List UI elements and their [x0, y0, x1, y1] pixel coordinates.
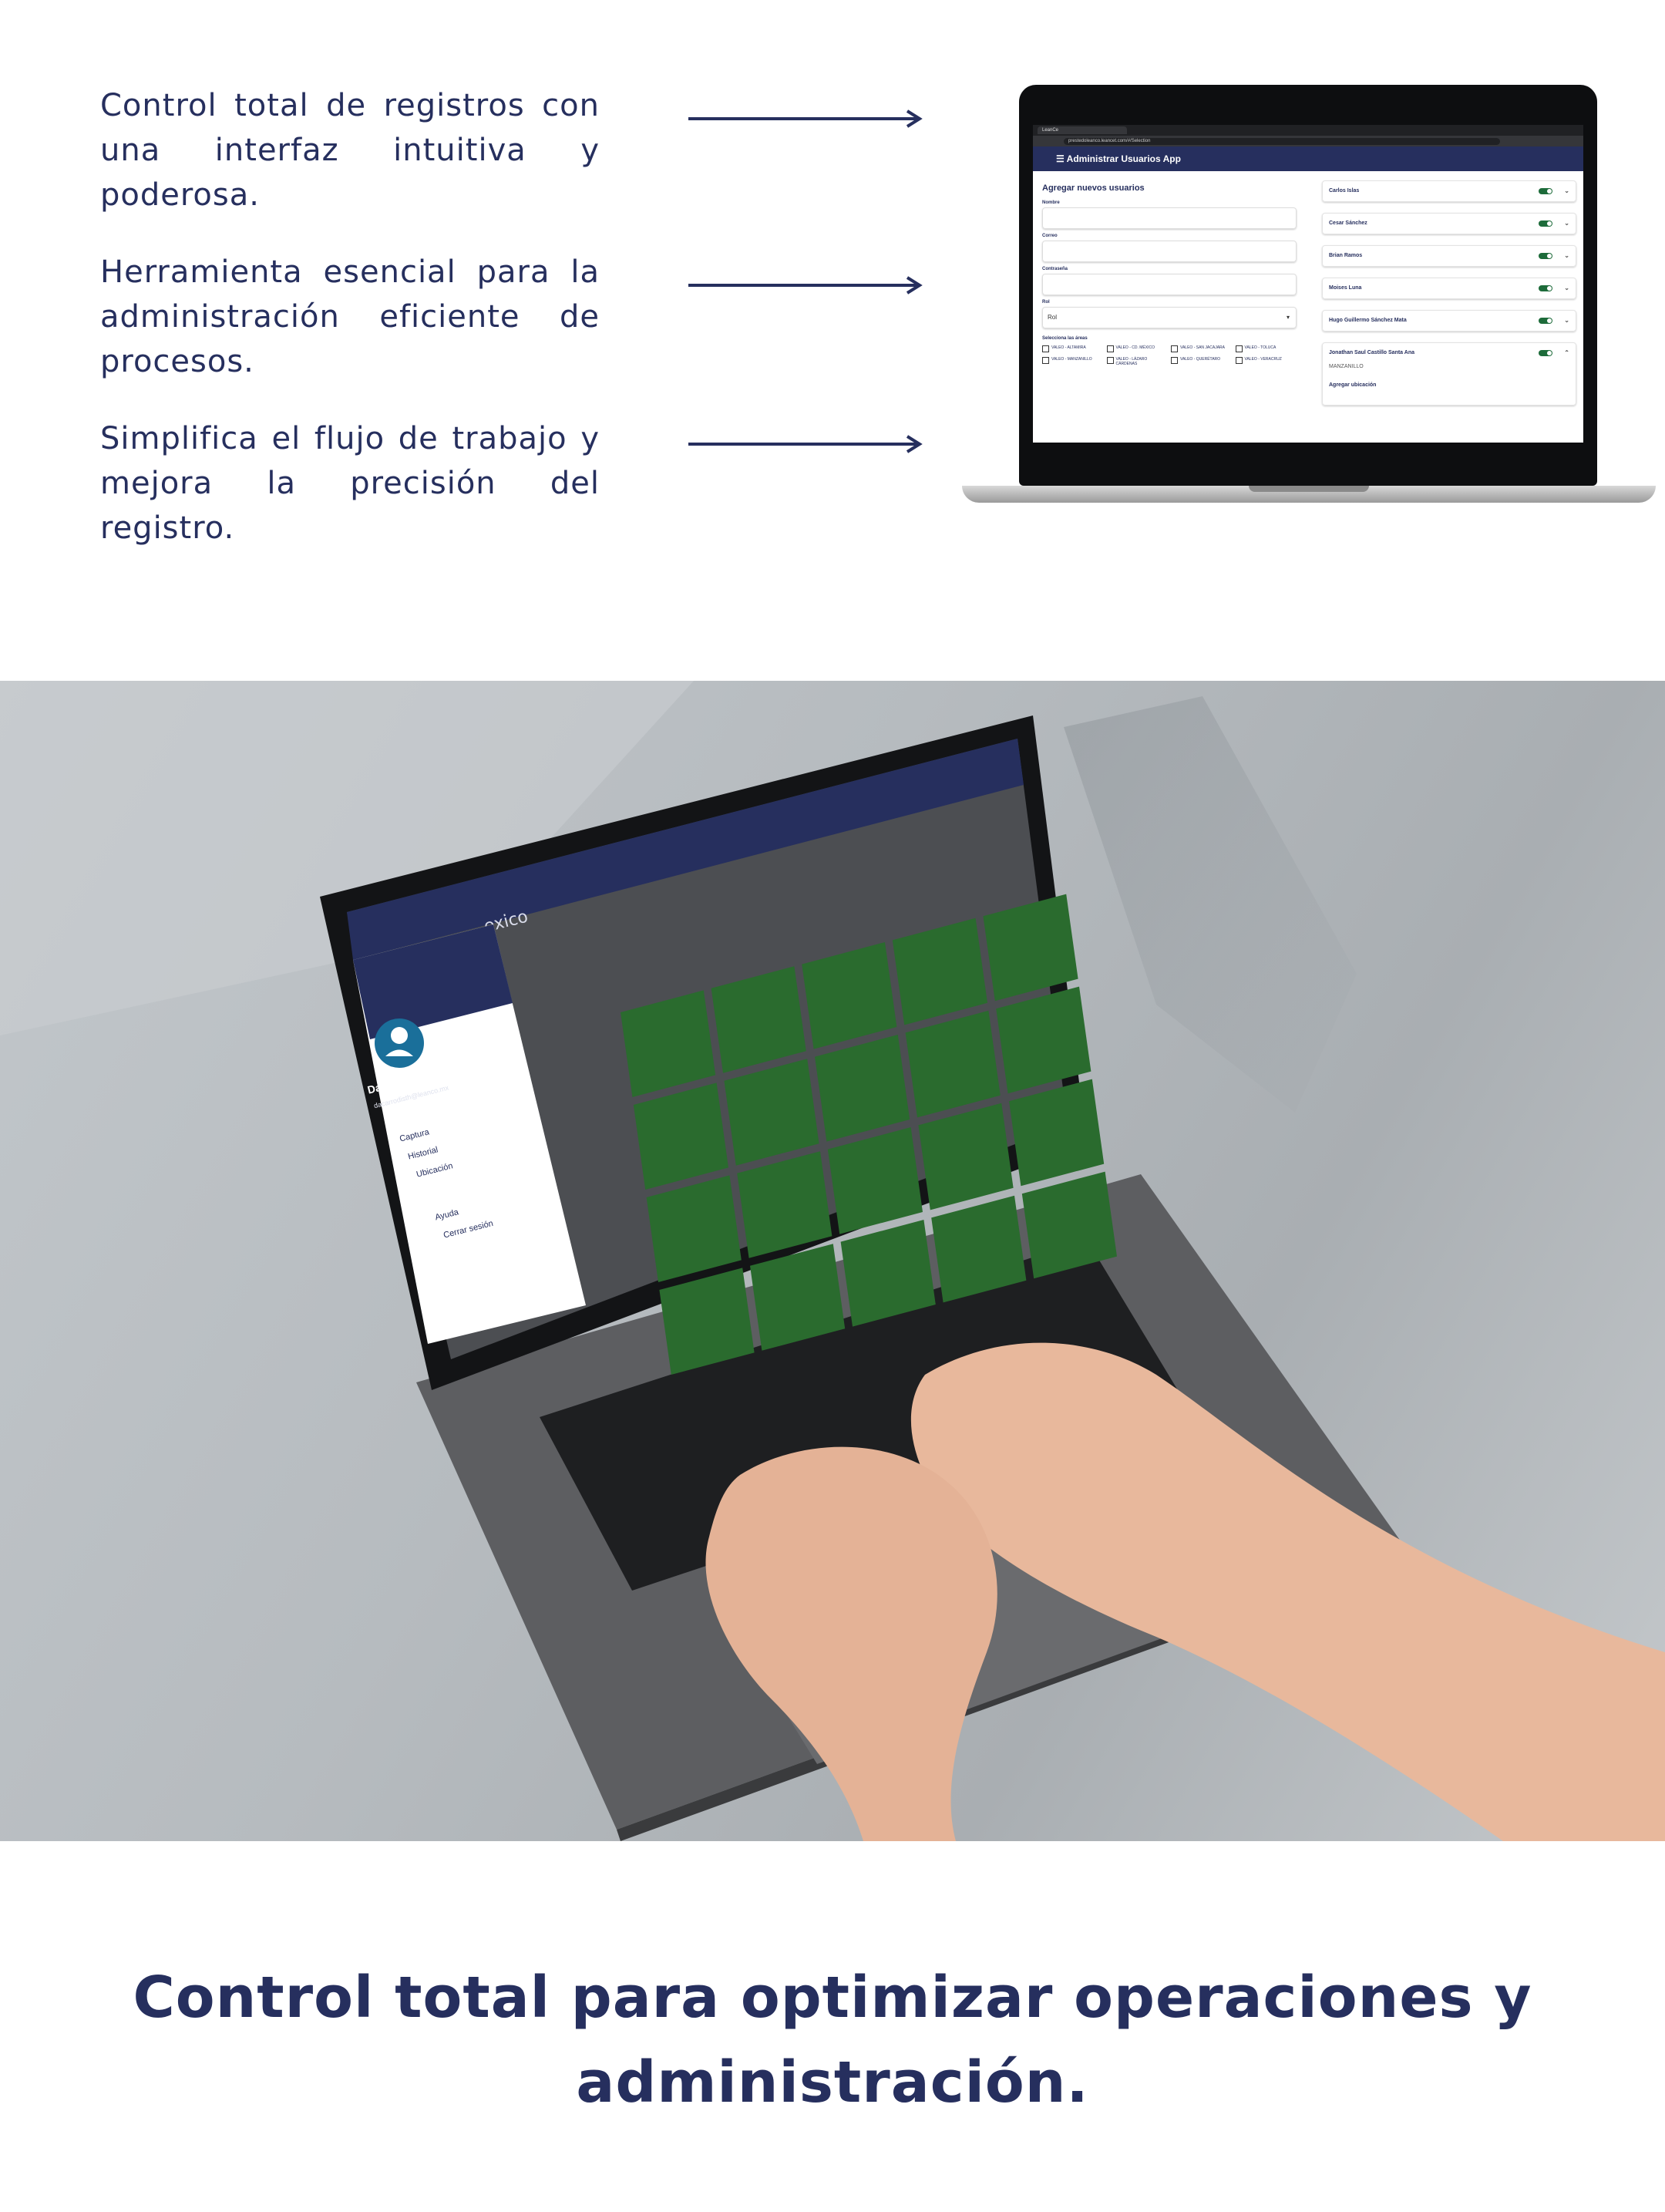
- chevron-down-icon[interactable]: ⌄: [1564, 311, 1569, 331]
- field-label: Correo: [1042, 234, 1058, 238]
- checkbox-icon: [1106, 357, 1114, 364]
- user-row[interactable]: Cesar Sánchez ⌄: [1322, 213, 1576, 234]
- active-toggle[interactable]: [1539, 318, 1552, 324]
- location-item: MANZANILLO: [1329, 364, 1364, 369]
- users-list: Carlos Islas ⌄ Cesar Sánchez ⌄ Brian Ramos…: [1322, 180, 1576, 406]
- chevron-down-icon[interactable]: ⌄: [1564, 214, 1569, 234]
- browser-urlbar: prestedoleanco.leancet.com/#/Selection: [1033, 136, 1583, 146]
- active-toggle[interactable]: [1539, 253, 1552, 259]
- area-checkbox[interactable]: VALEO - LÁZARO CÁRDENAS: [1106, 357, 1169, 366]
- area-label: VALEO - CD. MÉXICO: [1115, 345, 1155, 350]
- field-label: Nombre: [1042, 200, 1060, 205]
- area-label: VALEO - TOLUCA: [1244, 345, 1276, 350]
- area-checkbox[interactable]: VALEO - ALTAMIRA: [1042, 345, 1104, 352]
- menu-icon[interactable]: ☰: [1056, 153, 1067, 164]
- url-field[interactable]: prestedoleanco.leancet.com/#/Selection: [1064, 137, 1500, 145]
- user-name: Carlos Islas: [1329, 188, 1360, 194]
- active-toggle[interactable]: [1539, 188, 1552, 194]
- laptop-screen: LeanCe prestedoleanco.leancet.com/#/Sele…: [1033, 125, 1583, 443]
- chevron-up-icon[interactable]: ⌃: [1564, 343, 1569, 363]
- checkbox-icon: [1042, 345, 1049, 352]
- area-label: VALEO - VERACRUZ: [1244, 357, 1282, 362]
- laptop-notch: [1249, 486, 1369, 492]
- user-name: Cesar Sánchez: [1329, 221, 1367, 226]
- form-title: Agregar nuevos usuarios: [1042, 183, 1145, 193]
- add-user-form: Agregar nuevos usuarios Nombre Correo Co…: [1042, 180, 1297, 366]
- headline: Control total para optimizar operaciones…: [133, 1965, 1532, 2116]
- chevron-down-icon[interactable]: ⌄: [1564, 246, 1569, 266]
- user-row[interactable]: Brian Ramos ⌄: [1322, 245, 1576, 267]
- bullet-text: Simplifica el flujo de trabajo y mejora …: [100, 421, 600, 546]
- user-row-expanded[interactable]: Jonathan Saul Castillo Santa Ana ⌃ MANZAN…: [1322, 342, 1576, 406]
- area-checkbox[interactable]: VALEO - SAN JACAJARA: [1171, 345, 1233, 352]
- area-label: VALEO - LÁZARO CÁRDENAS: [1115, 357, 1148, 366]
- user-name: Hugo Guillermo Sánchez Mata: [1329, 318, 1407, 323]
- area-checkbox[interactable]: VALEO - VERACRUZ: [1235, 357, 1297, 366]
- area-checkbox[interactable]: VALEO - TOLUCA: [1235, 345, 1297, 352]
- area-checkbox[interactable]: VALEO - CD. MÉXICO: [1106, 345, 1169, 352]
- role-select[interactable]: Rol ▾: [1042, 307, 1297, 328]
- checkbox-icon: [1042, 357, 1049, 364]
- bullet-text: Control total de registros con una inter…: [100, 88, 600, 213]
- area-checkbox[interactable]: VALEO - MANZANILLO: [1042, 357, 1104, 366]
- area-label: VALEO - SAN JACAJARA: [1180, 345, 1225, 350]
- bullet-text: Herramienta esencial para la administrac…: [100, 254, 600, 379]
- chevron-down-icon[interactable]: ⌄: [1564, 278, 1569, 298]
- browser-tab[interactable]: LeanCe: [1038, 126, 1127, 134]
- role-value: Rol: [1048, 314, 1058, 321]
- app-title: Administrar Usuarios App: [1066, 153, 1181, 164]
- arrow-right-icon: [688, 276, 923, 295]
- user-name: Moises Luna: [1329, 285, 1362, 291]
- app-bar: ☰ Administrar Usuarios App: [1033, 146, 1583, 171]
- checkbox-icon: [1171, 345, 1178, 352]
- user-row[interactable]: Hugo Guillermo Sánchez Mata ⌄: [1322, 310, 1576, 332]
- field-label: Rol: [1042, 300, 1050, 305]
- active-toggle[interactable]: [1539, 221, 1552, 227]
- location-panel: MANZANILLO Agregar ubicación: [1323, 359, 1382, 394]
- user-name: Brian Ramos: [1329, 253, 1363, 258]
- active-toggle[interactable]: [1539, 285, 1552, 291]
- name-field[interactable]: [1042, 207, 1297, 229]
- areas-grid: VALEO - ALTAMIRA VALEO - CD. MÉXICO VALE…: [1042, 345, 1297, 366]
- chevron-down-icon: ▾: [1286, 314, 1290, 321]
- chevron-down-icon[interactable]: ⌄: [1564, 181, 1569, 201]
- avatar-head-icon: [391, 1027, 408, 1044]
- area-checkbox[interactable]: VALEO - QUERÉTARO: [1171, 357, 1233, 366]
- wall-shadow: [1064, 696, 1357, 1113]
- arrow-right-icon: [688, 435, 923, 453]
- area-label: VALEO - MANZANILLO: [1051, 357, 1092, 362]
- user-name: Jonathan Saul Castillo Santa Ana: [1329, 350, 1414, 355]
- checkbox-icon: [1235, 345, 1243, 352]
- checkbox-icon: [1106, 345, 1114, 352]
- user-row[interactable]: Moises Luna ⌄: [1322, 278, 1576, 299]
- area-label: VALEO - ALTAMIRA: [1051, 345, 1086, 350]
- areas-label: Selecciona las áreas: [1042, 336, 1088, 341]
- checkbox-icon: [1171, 357, 1178, 364]
- password-field[interactable]: [1042, 274, 1297, 295]
- laptop-mockup: LeanCe prestedoleanco.leancet.com/#/Sele…: [962, 85, 1656, 505]
- field-label: Contraseña: [1042, 267, 1068, 271]
- email-field[interactable]: [1042, 241, 1297, 262]
- user-row[interactable]: Carlos Islas ⌄: [1322, 180, 1576, 202]
- photo-illustration: exico Daniel León Sánchez dacarrodisth@l…: [0, 681, 1665, 1841]
- area-label: VALEO - QUERÉTARO: [1180, 357, 1221, 362]
- checkbox-icon: [1235, 357, 1243, 364]
- laptop-photo: exico Daniel León Sánchez dacarrodisth@l…: [0, 681, 1665, 1841]
- arrow-right-icon: [688, 109, 923, 128]
- active-toggle[interactable]: [1539, 350, 1552, 356]
- add-location-button[interactable]: Agregar ubicación: [1329, 382, 1376, 389]
- browser-tabbar: LeanCe: [1033, 125, 1583, 136]
